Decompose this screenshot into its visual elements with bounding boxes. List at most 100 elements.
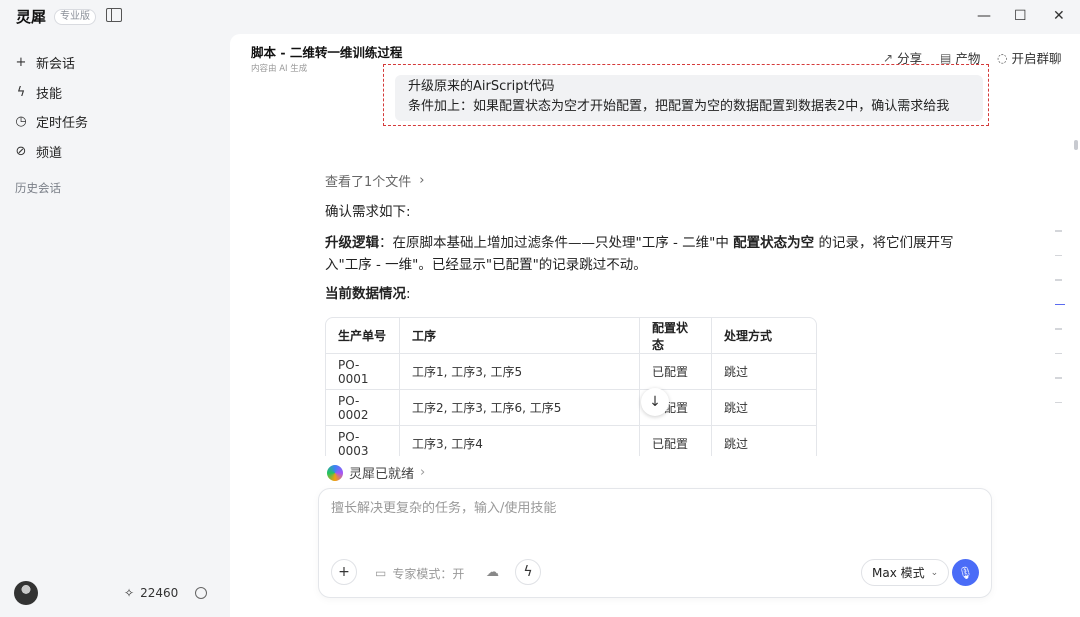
- arrow-down-icon: ↓: [649, 394, 661, 410]
- message-input[interactable]: [331, 501, 971, 516]
- sidebar-item-label: 频道: [36, 145, 63, 161]
- share-icon: ↗: [883, 50, 894, 65]
- avatar[interactable]: [14, 581, 38, 605]
- table-cell: 工序3, 工序4: [400, 426, 640, 456]
- outline-marker[interactable]: [1055, 352, 1062, 354]
- channel-icon: ⊘: [15, 143, 27, 159]
- points-counter[interactable]: ✧ 22460: [124, 586, 178, 600]
- ready-status[interactable]: 灵犀已就绪 ›: [327, 463, 425, 482]
- sidebar-item-label: 新会话: [36, 57, 76, 73]
- lightning-icon: ϟ: [16, 84, 26, 100]
- points-value: 22460: [140, 586, 179, 600]
- maximize-icon[interactable]: ☐: [1014, 8, 1027, 24]
- confirm-heading: 确认需求如下:: [325, 204, 411, 220]
- current-data-suffix: :: [406, 286, 411, 302]
- user-message: 升级原来的AirScript代码 条件加上：如果配置状态为空才开始配置，把配置为…: [395, 75, 983, 121]
- assistant-logo-icon: [327, 464, 343, 481]
- close-icon[interactable]: ✕: [1053, 8, 1065, 24]
- outline-marker[interactable]: [1055, 230, 1062, 232]
- outline-marker[interactable]: [1055, 254, 1062, 256]
- user-message-line: 升级原来的AirScript代码: [408, 79, 555, 94]
- table-cell: 已配置: [640, 354, 712, 390]
- artifact-icon: ▤: [940, 50, 952, 65]
- table-cell: 跳过: [712, 426, 816, 456]
- group-chat-button[interactable]: ◌ 开启群聊: [997, 48, 1062, 67]
- sidebar-item-new-chat[interactable]: + 新会话: [14, 48, 88, 78]
- expert-mode-label: 专家模式：开: [392, 566, 465, 581]
- column-header: 配置状态: [640, 318, 712, 354]
- outline-marker[interactable]: [1055, 377, 1062, 379]
- sparkle-icon: ✧: [124, 586, 135, 600]
- scroll-to-bottom-button[interactable]: ↓: [641, 388, 669, 416]
- upgrade-text: ：在原脚本基础上增加过滤条件——只处理"工序 - 二维"中: [379, 235, 729, 251]
- max-mode-select[interactable]: Max 模式 ⌄: [861, 559, 950, 586]
- ready-label: 灵犀已就绪: [349, 467, 415, 482]
- upgrade-bold: 配置状态为空: [733, 235, 815, 251]
- chevron-down-icon: ⌄: [930, 567, 939, 578]
- scrollbar-thumb[interactable]: [1074, 140, 1078, 150]
- column-header: 工序: [400, 318, 640, 354]
- table-cell: 工序2, 工序3, 工序6, 工序5: [400, 390, 640, 426]
- sidebar-item-label: 技能: [36, 86, 63, 102]
- table-cell: 跳过: [712, 390, 816, 426]
- max-mode-label: Max 模式: [872, 566, 925, 580]
- ai-generated-note: 内容由 AI 生成: [251, 64, 308, 74]
- upgrade-label: 升级逻辑: [325, 235, 379, 251]
- table-cell: PO-0001: [326, 354, 400, 390]
- sidebar-item-label: 定时任务: [36, 116, 89, 132]
- page-title: 脚本 - 二维转一维训练过程: [251, 45, 403, 60]
- sidebar-item-skills[interactable]: ϟ 技能: [14, 78, 88, 108]
- sidebar-item-channels[interactable]: ⊘ 频道: [14, 137, 88, 167]
- chevron-right-icon: ›: [420, 465, 426, 480]
- outline-marker-active[interactable]: [1055, 303, 1065, 305]
- file-viewed-toggle[interactable]: 查看了1个文件 ›: [325, 171, 424, 190]
- outline-navigator: [1055, 230, 1065, 426]
- edition-badge: 专业版: [54, 8, 97, 25]
- sidebar-toggle-icon[interactable]: [106, 8, 122, 22]
- data-table-container: 生产单号 工序 配置状态 处理方式 PO-0001 工序1, 工序3, 工序5 …: [318, 310, 828, 456]
- upgrade-logic-paragraph: 升级逻辑：在原脚本基础上增加过滤条件——只处理"工序 - 二维"中 配置状态为空…: [325, 232, 965, 276]
- table-cell: 工序1, 工序3, 工序5: [400, 354, 640, 390]
- clock-icon: ◷: [15, 114, 27, 130]
- column-header: 处理方式: [712, 318, 816, 354]
- brand: 灵犀 专业版: [16, 6, 97, 27]
- add-attachment-button[interactable]: +: [331, 559, 357, 585]
- settings-icon[interactable]: [195, 587, 207, 599]
- column-header: 生产单号: [326, 318, 400, 354]
- current-data-heading: 当前数据情况:: [325, 283, 965, 305]
- sidebar: 灵犀 专业版 + 新会话 ϟ 技能 ◷ 定时任务 ⊘ 频道 历史会话 ✧ 224…: [0, 0, 230, 617]
- user-message-line: 条件加上：如果配置状态为空才开始配置，把配置为空的数据配置到数据表2中，确认需求…: [408, 99, 950, 114]
- expert-mode-toggle[interactable]: ▭ 专家模式：开: [365, 559, 475, 587]
- table-cell: 跳过: [712, 354, 816, 390]
- cloud-icon[interactable]: ☁: [486, 565, 499, 580]
- table-header-row: 生产单号 工序 配置状态 处理方式: [326, 318, 816, 354]
- table-cell: PO-0003: [326, 426, 400, 456]
- share-label: 分享: [897, 51, 923, 66]
- chat-bubble-icon: ◌: [997, 50, 1008, 65]
- plus-icon: +: [338, 564, 350, 580]
- microphone-button[interactable]: 🎙: [952, 559, 979, 586]
- minimize-icon[interactable]: —: [977, 8, 991, 24]
- artifacts-label: 产物: [955, 51, 981, 66]
- file-viewed-label: 查看了1个文件: [325, 175, 412, 190]
- history-section-label: 历史会话: [15, 181, 61, 195]
- share-button[interactable]: ↗ 分享: [883, 48, 922, 67]
- plus-icon: +: [15, 55, 27, 71]
- app-name: 灵犀: [16, 8, 47, 26]
- outline-marker[interactable]: [1055, 328, 1062, 330]
- sidebar-item-scheduled-tasks[interactable]: ◷ 定时任务: [14, 107, 88, 137]
- artifacts-button[interactable]: ▤ 产物: [940, 48, 980, 67]
- group-chat-label: 开启群聊: [1011, 51, 1062, 66]
- outline-marker[interactable]: [1055, 401, 1062, 403]
- monitor-icon: ▭: [375, 566, 387, 580]
- chevron-right-icon: ›: [419, 173, 425, 188]
- lightning-icon: ϟ: [523, 564, 533, 580]
- table-cell: PO-0002: [326, 390, 400, 426]
- table-row: PO-0002 工序2, 工序3, 工序6, 工序5 已配置 跳过: [326, 390, 816, 426]
- skills-button[interactable]: ϟ: [515, 559, 541, 585]
- data-table: 生产单号 工序 配置状态 处理方式 PO-0001 工序1, 工序3, 工序5 …: [325, 317, 817, 456]
- table-cell: 已配置: [640, 426, 712, 456]
- current-data-label: 当前数据情况: [325, 286, 406, 302]
- table-row: PO-0003 工序3, 工序4 已配置 跳过: [326, 426, 816, 456]
- outline-marker[interactable]: [1055, 279, 1062, 281]
